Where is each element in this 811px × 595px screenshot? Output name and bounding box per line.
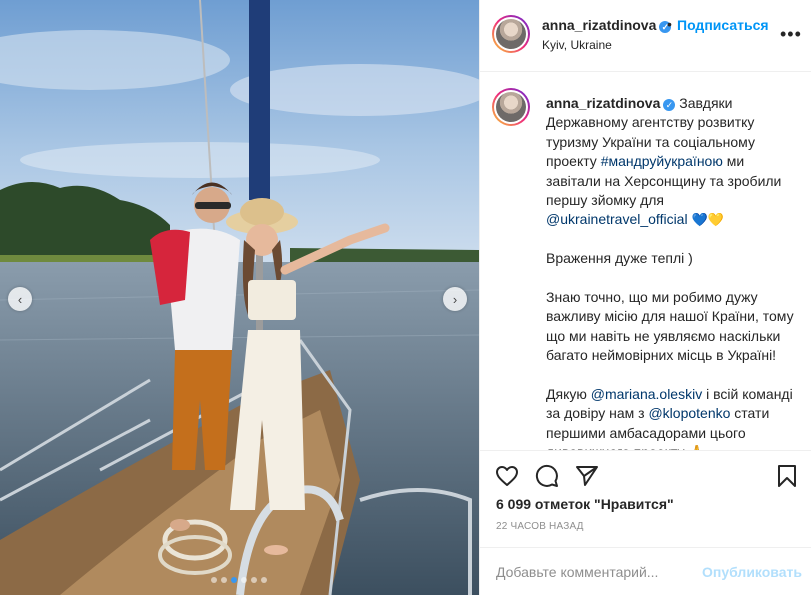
- carousel-dot: [211, 577, 217, 583]
- mention-link-ukrainetravel[interactable]: @ukrainetravel_official: [546, 211, 688, 227]
- caption-avatar[interactable]: [492, 88, 530, 126]
- photo-scene: [0, 0, 479, 595]
- carousel-dot: [261, 577, 267, 583]
- post-side-panel: anna_rizatdinova ✓ • Подписаться Kyiv, Uk…: [479, 0, 811, 595]
- follow-button[interactable]: Подписаться: [677, 17, 769, 33]
- header-separator: •: [667, 16, 672, 32]
- chevron-right-icon: ›: [452, 291, 458, 307]
- comment-input[interactable]: [496, 548, 696, 595]
- share-button[interactable]: [574, 463, 600, 489]
- mention-link-klopotenko[interactable]: @klopotenko: [648, 405, 730, 421]
- more-options-icon[interactable]: •••: [780, 24, 802, 45]
- comment-icon: [535, 464, 558, 487]
- carousel-indicator: [211, 577, 267, 583]
- avatar[interactable]: [492, 15, 530, 53]
- heart-emoji-icon: 💙💛: [691, 212, 724, 228]
- carousel-dot: [241, 577, 247, 583]
- caption-p3: Знаю точно, що ми робимо дужу важливу мі…: [546, 289, 794, 364]
- send-icon: [576, 466, 598, 486]
- carousel-dot: [251, 577, 257, 583]
- post-photo[interactable]: ‹ ›: [0, 0, 479, 595]
- post-location[interactable]: Kyiv, Ukraine: [542, 38, 612, 52]
- caption-p4-a: Дякую: [546, 386, 591, 403]
- post-header: anna_rizatdinova ✓ • Подписаться Kyiv, Uk…: [480, 0, 811, 72]
- next-slide-button[interactable]: ›: [443, 287, 467, 311]
- comment-row: Опубликовать: [480, 547, 811, 595]
- previous-slide-button[interactable]: ‹: [8, 287, 32, 311]
- hashtag-link[interactable]: #мандруйукраїною: [601, 153, 723, 169]
- likes-count[interactable]: 6 099 отметок "Нравится": [496, 496, 674, 512]
- like-button[interactable]: [494, 463, 520, 489]
- post-actions: 6 099 отметок "Нравится" 22 ЧАСОВ НАЗАД …: [480, 450, 811, 595]
- caption-text: anna_rizatdinova ✓ Завдяки Державному аге…: [546, 94, 798, 450]
- caption-p2: Враження дуже теплі ): [546, 250, 693, 267]
- mention-link-mariana[interactable]: @mariana.oleskiv: [591, 386, 702, 402]
- publish-button[interactable]: Опубликовать: [702, 564, 802, 580]
- author-username[interactable]: anna_rizatdinova: [542, 17, 656, 33]
- carousel-dot: [231, 577, 237, 583]
- comment-button[interactable]: [534, 463, 560, 489]
- bookmark-icon: [778, 465, 796, 487]
- caption-username[interactable]: anna_rizatdinova: [546, 95, 660, 111]
- post-timestamp[interactable]: 22 ЧАСОВ НАЗАД: [496, 521, 584, 532]
- chevron-left-icon: ‹: [17, 291, 23, 307]
- save-button[interactable]: [774, 463, 800, 489]
- heart-icon: [496, 466, 518, 486]
- carousel-dot: [221, 577, 227, 583]
- verified-badge-icon: ✓: [663, 99, 676, 111]
- post-caption: anna_rizatdinova ✓ Завдяки Державному аге…: [480, 72, 811, 450]
